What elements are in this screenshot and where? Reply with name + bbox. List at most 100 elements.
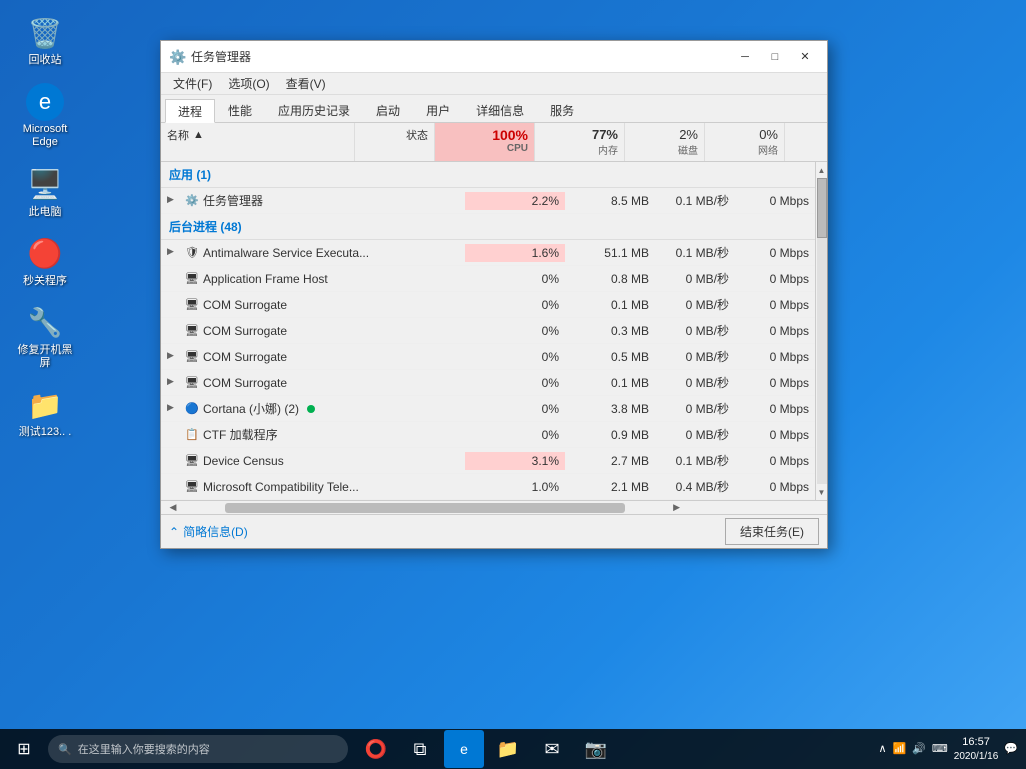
mail-taskbar-button[interactable]: ✉ <box>532 730 572 768</box>
process-disk: 0.1 MB/秒 <box>655 450 735 471</box>
col-cpu[interactable]: 100% CPU <box>435 123 535 161</box>
table-row[interactable]: ▶ 🖥 COM Surrogate 0% 0.1 MB 0 MB/秒 0 Mbp… <box>161 370 815 396</box>
desktop: 🗑️ 回收站 e Microsoft Edge 🖥️ 此电脑 🔴 秒关程序 🔧 … <box>0 0 1026 769</box>
menu-view[interactable]: 查看(V) <box>278 73 334 94</box>
process-status <box>385 381 465 385</box>
keyboard-icon: ⌨ <box>932 742 948 755</box>
menu-options[interactable]: 选项(O) <box>220 73 277 94</box>
process-cpu: 0% <box>465 296 565 314</box>
search-icon: 🔍 <box>58 743 72 756</box>
table-row[interactable]: 🖥 COM Surrogate 0% 0.3 MB 0 MB/秒 0 Mbps <box>161 318 815 344</box>
table-row[interactable]: ▶ 🛡 Antimalware Service Executa... 1.6% … <box>161 240 815 266</box>
scroll-thumb[interactable] <box>817 178 827 238</box>
menubar: 文件(F) 选项(O) 查看(V) <box>161 73 827 95</box>
end-task-button[interactable]: 结束任务(E) <box>725 518 819 545</box>
tab-services[interactable]: 服务 <box>537 98 587 122</box>
camera-taskbar-button[interactable]: 📷 <box>576 730 616 768</box>
col-name[interactable]: 名称 ▲ <box>161 123 355 161</box>
process-name: Application Frame Host <box>203 272 328 286</box>
process-cpu: 2.2% <box>465 192 565 210</box>
section-title: 应用 (1) <box>161 162 815 187</box>
scroll-up-button[interactable]: ▲ <box>816 162 828 178</box>
table-row[interactable]: 📋 CTF 加载程序 0% 0.9 MB 0 MB/秒 0 Mbps <box>161 422 815 448</box>
table-body[interactable]: 应用 (1) ▶ ⚙️ 任务管理器 2.2% 8.5 MB 0.1 MB/秒 0… <box>161 162 815 500</box>
cortana-button[interactable]: ⭕ <box>356 730 396 768</box>
tab-bar: 进程 性能 应用历史记录 启动 用户 详细信息 服务 <box>161 95 827 123</box>
vertical-scrollbar[interactable]: ▲ ▼ <box>815 162 827 500</box>
process-mem: 2.7 MB <box>565 452 655 470</box>
bottom-bar: ⌃ 简略信息(D) 结束任务(E) <box>161 514 827 548</box>
hscroll-thumb[interactable] <box>225 503 625 513</box>
process-name-cell: 📋 CTF 加载程序 <box>161 424 385 445</box>
col-net[interactable]: 0% 网络 <box>705 123 785 161</box>
start-button[interactable]: ⊞ <box>0 729 48 769</box>
maximize-button[interactable]: □ <box>761 45 789 69</box>
expand-icon[interactable]: ▶ <box>167 246 181 260</box>
tab-users[interactable]: 用户 <box>413 98 463 122</box>
process-name-cell: 🖥 COM Surrogate <box>161 322 385 340</box>
process-icon: 🖥 <box>185 376 199 390</box>
table-row[interactable]: 🖥 Device Census 3.1% 2.7 MB 0.1 MB/秒 0 M… <box>161 448 815 474</box>
process-icon: 🔵 <box>185 402 199 416</box>
my-computer-icon[interactable]: 🖥️ 此电脑 <box>10 162 80 223</box>
col-status[interactable]: 状态 <box>355 123 435 161</box>
expand-icon[interactable]: ▶ <box>167 350 181 364</box>
process-name-cell: ▶ 🔵 Cortana (小娜) (2) <box>161 398 385 419</box>
expand-icon[interactable]: ▶ <box>167 402 181 416</box>
process-net: 0 Mbps <box>735 400 815 418</box>
process-cpu: 0% <box>465 322 565 340</box>
shutdown-icon[interactable]: 🔴 秒关程序 <box>10 231 80 292</box>
horizontal-scrollbar[interactable]: ◀ ▶ <box>161 500 827 514</box>
notification-icon[interactable]: 💬 <box>1004 742 1018 755</box>
taskbar-clock[interactable]: 16:57 2020/1/16 <box>954 735 999 762</box>
taskbar-apps: ⭕ ⧉ e 📁 ✉ 📷 <box>356 730 616 768</box>
scroll-down-button[interactable]: ▼ <box>816 484 828 500</box>
process-status <box>385 251 465 255</box>
taskbar: ⊞ 🔍 在这里输入你要搜索的内容 ⭕ ⧉ e 📁 ✉ 📷 ∧ 📶 🔊 ⌨ 16:… <box>0 729 1026 769</box>
window-controls: ─ □ ✕ <box>731 45 819 69</box>
process-mem: 51.1 MB <box>565 244 655 262</box>
table-row[interactable]: ▶ 🔵 Cortana (小娜) (2) 0% 3.8 MB 0 MB/秒 0 … <box>161 396 815 422</box>
task-view-button[interactable]: ⧉ <box>400 730 440 768</box>
process-cpu: 3.1% <box>465 452 565 470</box>
process-net: 0 Mbps <box>735 374 815 392</box>
col-disk[interactable]: 2% 磁盘 <box>625 123 705 161</box>
process-cpu: 0% <box>465 400 565 418</box>
recycle-bin-icon[interactable]: 🗑️ 回收站 <box>10 10 80 71</box>
tray-icon-chevron[interactable]: ∧ <box>878 742 886 755</box>
minimize-button[interactable]: ─ <box>731 45 759 69</box>
test-folder-icon[interactable]: 📁 测试123.. . <box>10 382 80 443</box>
tab-process[interactable]: 进程 <box>165 99 215 123</box>
tab-performance[interactable]: 性能 <box>215 98 265 122</box>
tab-details[interactable]: 详细信息 <box>463 98 537 122</box>
table-row[interactable]: 🖥 Microsoft Compatibility Tele... 1.0% 2… <box>161 474 815 500</box>
table-row[interactable]: 🖥 Application Frame Host 0% 0.8 MB 0 MB/… <box>161 266 815 292</box>
table-row[interactable]: 🖥 COM Surrogate 0% 0.1 MB 0 MB/秒 0 Mbps <box>161 292 815 318</box>
process-cpu: 0% <box>465 348 565 366</box>
table-row[interactable]: ▶ ⚙️ 任务管理器 2.2% 8.5 MB 0.1 MB/秒 0 Mbps <box>161 188 815 214</box>
expand-icon[interactable]: ▶ <box>167 194 181 208</box>
section-title: 后台进程 (48) <box>161 214 815 239</box>
menu-file[interactable]: 文件(F) <box>165 73 220 94</box>
expand-icon[interactable]: ▶ <box>167 376 181 390</box>
close-button[interactable]: ✕ <box>791 45 819 69</box>
edge-icon[interactable]: e Microsoft Edge <box>10 79 80 153</box>
process-name-cell: 🖥 Application Frame Host <box>161 270 385 288</box>
edge-taskbar-button[interactable]: e <box>444 730 484 768</box>
scroll-track[interactable] <box>817 178 827 484</box>
process-status <box>385 407 465 411</box>
process-status <box>385 433 465 437</box>
taskbar-search[interactable]: 🔍 在这里输入你要搜索的内容 <box>48 735 348 763</box>
summary-button[interactable]: ⌃ 简略信息(D) <box>169 523 248 540</box>
process-mem: 3.8 MB <box>565 400 655 418</box>
process-net: 0 Mbps <box>735 452 815 470</box>
col-mem[interactable]: 77% 内存 <box>535 123 625 161</box>
hscroll-right[interactable]: ▶ <box>665 502 689 513</box>
process-disk: 0.1 MB/秒 <box>655 190 735 211</box>
tab-startup[interactable]: 启动 <box>363 98 413 122</box>
table-row[interactable]: ▶ 🖥 COM Surrogate 0% 0.5 MB 0 MB/秒 0 Mbp… <box>161 344 815 370</box>
explorer-taskbar-button[interactable]: 📁 <box>488 730 528 768</box>
fix-startup-icon[interactable]: 🔧 修复开机黑屏 <box>10 300 80 374</box>
hscroll-left[interactable]: ◀ <box>161 502 185 513</box>
tab-app-history[interactable]: 应用历史记录 <box>265 98 363 122</box>
